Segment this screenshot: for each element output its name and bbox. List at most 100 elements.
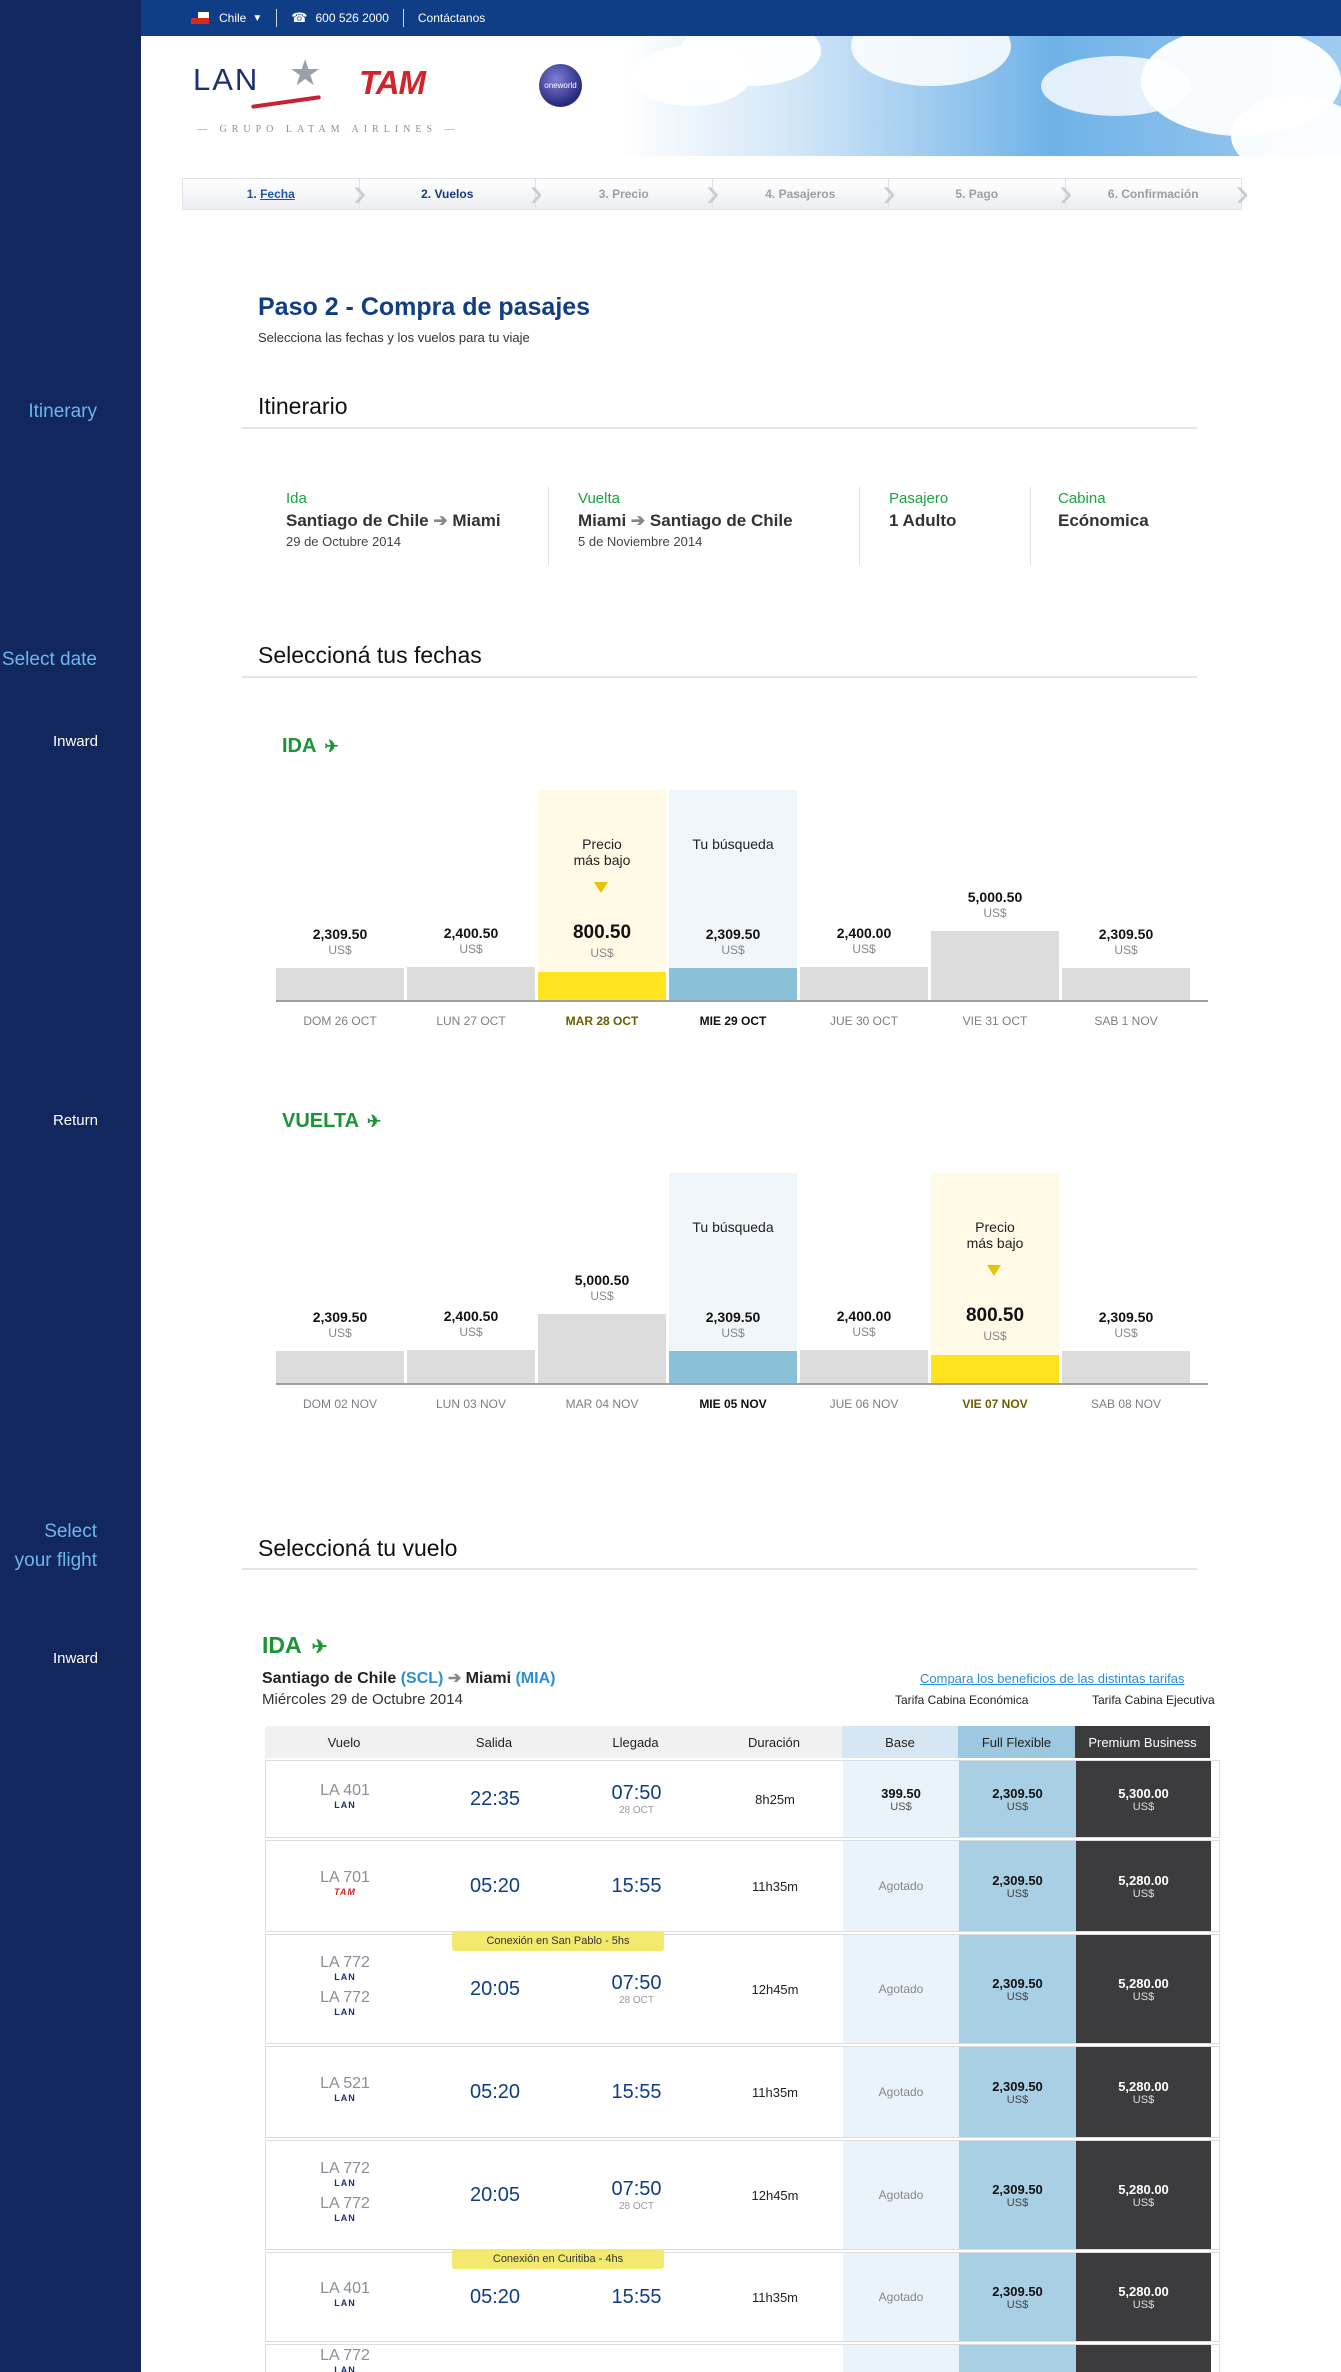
price-value: 2,400.50 bbox=[443, 925, 499, 941]
flex-fare-cell[interactable] bbox=[959, 2345, 1076, 2372]
tam-logo[interactable]: TAM bbox=[359, 64, 426, 102]
date-option[interactable]: Tu búsqueda 2,309.50 US$ MIE 29 OCT bbox=[669, 790, 797, 1030]
step-number: 5. bbox=[955, 187, 966, 201]
flight-number-cell: LA 772 LAN bbox=[266, 2345, 424, 2372]
date-label: SAB 08 NOV bbox=[1090, 1397, 1162, 1411]
flight-row[interactable]: LA 772 LAN LA 772 LAN 20:05 07:50 28 OCT 12h45m… bbox=[265, 1934, 1220, 2044]
arrow-down-icon bbox=[987, 1265, 1001, 1276]
premium-fare-cell[interactable]: 5,300.00 US$ bbox=[1076, 1761, 1211, 1837]
date-option[interactable]: 2,309.50 US$ SAB 1 NOV bbox=[1062, 790, 1190, 1030]
flight-row[interactable]: LA 401 LAN 22:35 07:50 28 OCT 8h25m 399.50 US$ 2… bbox=[265, 1760, 1220, 1838]
step-number: 3. bbox=[598, 187, 609, 201]
price-value: 5,000.50 bbox=[967, 889, 1023, 905]
base-fare-cell[interactable]: 399.50 US$ bbox=[843, 1761, 959, 1837]
base-fare-cell[interactable]: Agotado bbox=[843, 2141, 959, 2249]
price-bar bbox=[800, 1350, 928, 1383]
flight-number: LA 772 bbox=[320, 2160, 370, 2177]
col-duracion: Duración bbox=[706, 1726, 842, 1758]
premium-fare-cell[interactable]: 5,280.00 US$ bbox=[1076, 1935, 1211, 2043]
price-value: 2,309.50 bbox=[705, 1309, 761, 1325]
phone-icon: ☎ bbox=[291, 10, 308, 25]
premium-fare-cell[interactable] bbox=[1076, 2345, 1211, 2372]
flex-fare-cell[interactable]: 2,309.50 US$ bbox=[959, 1761, 1076, 1837]
vuelta-date: 5 de Noviembre 2014 bbox=[578, 534, 703, 549]
currency-label: US$ bbox=[852, 1325, 876, 1339]
premium-fare-cell[interactable]: 5,280.00 US$ bbox=[1076, 2141, 1211, 2249]
phone-contact: ☎ 600 526 2000 bbox=[291, 10, 389, 26]
base-fare-cell[interactable] bbox=[843, 2345, 959, 2372]
currency-label: US$ bbox=[1006, 1800, 1029, 1813]
flight-row[interactable]: LA 772 LAN LA 772 LAN 20:05 07:50 28 OCT 12h45m… bbox=[265, 2140, 1220, 2250]
step-vuelos: 2. Vuelos bbox=[358, 173, 542, 213]
cabin-economy-label: Tarifa Cabina Económica bbox=[895, 1693, 1029, 1707]
duration-cell: 12h45m bbox=[707, 2141, 843, 2249]
date-option[interactable]: 2,309.50 US$ DOM 02 NOV bbox=[276, 1173, 404, 1413]
annotation-itinerary: Itinerary bbox=[28, 401, 97, 422]
price-bar bbox=[1062, 968, 1190, 1000]
sold-out-label: Agotado bbox=[878, 1982, 924, 1996]
base-fare-cell[interactable]: Agotado bbox=[843, 2253, 959, 2341]
currency-label: US$ bbox=[721, 943, 745, 957]
base-fare-cell[interactable]: Agotado bbox=[843, 1935, 959, 2043]
premium-fare-cell[interactable]: 5,280.00 US$ bbox=[1076, 2047, 1211, 2137]
lan-logo-text: LAN bbox=[193, 62, 260, 97]
currency-label: US$ bbox=[1114, 1326, 1138, 1340]
flight-number: LA 772 bbox=[320, 2195, 370, 2212]
price-bar bbox=[276, 968, 404, 1000]
step-fecha[interactable]: 1. Fecha bbox=[182, 173, 366, 213]
date-option[interactable]: 2,400.50 US$ LUN 03 NOV bbox=[407, 1173, 535, 1413]
currency-label: US$ bbox=[1006, 2093, 1029, 2106]
date-label: VIE 31 OCT bbox=[962, 1014, 1028, 1028]
section-divider bbox=[242, 1568, 1197, 1570]
vuelta-to: Santiago de Chile bbox=[649, 511, 793, 530]
date-option[interactable]: Tu búsqueda 2,309.50 US$ MIE 05 NOV bbox=[669, 1173, 797, 1413]
flight-number-cell: LA 401 LAN bbox=[266, 2253, 424, 2341]
contact-link[interactable]: Contáctanos bbox=[418, 11, 485, 25]
base-fare-cell[interactable]: Agotado bbox=[843, 1841, 959, 1931]
section-divider bbox=[242, 676, 1197, 678]
arrival-cell: 07:50 28 OCT bbox=[566, 1761, 707, 1837]
date-label: DOM 26 OCT bbox=[303, 1014, 377, 1028]
country-selector[interactable]: Chile ▼ bbox=[191, 11, 262, 25]
premium-fare-cell[interactable]: 5,280.00 US$ bbox=[1076, 2253, 1211, 2341]
price-bar bbox=[1062, 1351, 1190, 1383]
date-label: LUN 27 OCT bbox=[436, 1014, 506, 1028]
base-fare-cell[interactable]: Agotado bbox=[843, 2047, 959, 2137]
annotation-inward: Inward bbox=[52, 733, 98, 750]
arrival-time: 07:50 bbox=[611, 1782, 662, 1804]
date-option[interactable]: 2,309.50 US$ SAB 08 NOV bbox=[1062, 1173, 1190, 1413]
flex-fare-cell[interactable]: 2,309.50 US$ bbox=[959, 2253, 1076, 2341]
date-option[interactable]: 2,400.00 US$ JUE 30 OCT bbox=[800, 790, 928, 1030]
flight-row[interactable]: LA 401 LAN 05:20 15:55 11h35m Agotado 2,309.50… bbox=[265, 2252, 1220, 2342]
currency-label: US$ bbox=[1132, 2196, 1155, 2209]
date-option[interactable]: Precio más bajo 800.50 US$ MAR 28 OCT bbox=[538, 790, 666, 1030]
price-bar bbox=[538, 972, 666, 1000]
flex-fare-cell[interactable]: 2,309.50 US$ bbox=[959, 2047, 1076, 2137]
page-title: Paso 2 - Compra de pasajes bbox=[258, 293, 591, 321]
annotation-inward-flight: Inward bbox=[52, 1650, 98, 1667]
flex-fare-cell[interactable]: 2,309.50 US$ bbox=[959, 2141, 1076, 2249]
date-option[interactable]: Precio más bajo 800.50 US$ VIE 07 NOV bbox=[931, 1173, 1059, 1413]
vuelta-route: Miami ➔ Santiago de Chile bbox=[578, 511, 793, 531]
date-option[interactable]: 5,000.50 US$ VIE 31 OCT bbox=[931, 790, 1059, 1030]
flight-row[interactable]: LA 772 LAN bbox=[265, 2344, 1220, 2372]
lan-logo[interactable]: LAN ★ bbox=[193, 52, 321, 109]
flex-fare-cell[interactable]: 2,309.50 US$ bbox=[959, 1935, 1076, 2043]
date-option[interactable]: 2,400.50 US$ LUN 27 OCT bbox=[407, 790, 535, 1030]
flex-fare-cell[interactable]: 2,309.50 US$ bbox=[959, 1841, 1076, 1931]
lowest-price-note: más bajo bbox=[573, 852, 631, 868]
vuelta-dates-label: VUELTA ✈ bbox=[282, 1110, 381, 1133]
fare-price: 399.50 bbox=[881, 1785, 921, 1801]
date-option[interactable]: 2,309.50 US$ DOM 26 OCT bbox=[276, 790, 404, 1030]
departure-cell: 05:20 bbox=[424, 1841, 566, 1931]
date-option[interactable]: 5,000.50 US$ MAR 04 NOV bbox=[538, 1173, 666, 1413]
lan-logo-icon: LAN bbox=[334, 2007, 356, 2017]
arrival-date: 28 OCT bbox=[618, 1805, 654, 1816]
date-option[interactable]: 2,400.00 US$ JUE 06 NOV bbox=[800, 1173, 928, 1413]
flight-row[interactable]: LA 521 LAN 05:20 15:55 11h35m Agotado 2,309.50… bbox=[265, 2046, 1220, 2138]
flight-number: LA 772 bbox=[320, 2346, 370, 2364]
flight-row[interactable]: LA 701 TAM 05:20 15:55 11h35m Agotado 2,309.50… bbox=[265, 1840, 1220, 1932]
premium-fare-cell[interactable]: 5,280.00 US$ bbox=[1076, 1841, 1211, 1931]
currency-label: US$ bbox=[1006, 1990, 1029, 2003]
compare-fares-link[interactable]: Compara los beneficios de las distintas … bbox=[920, 1671, 1184, 1686]
